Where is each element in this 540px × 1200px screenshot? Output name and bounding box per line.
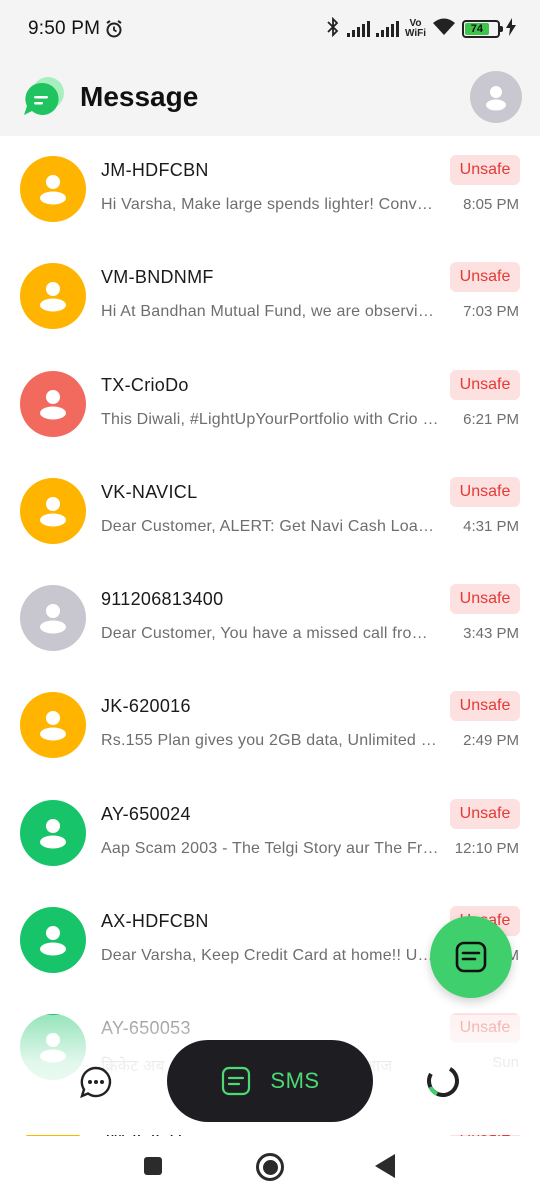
user-icon	[40, 175, 66, 205]
unsafe-badge: Unsafe	[450, 262, 520, 293]
conversation-row[interactable]: VK-NAVICL Unsafe Dear Customer, ALERT: Get…	[0, 458, 540, 565]
user-icon	[40, 389, 66, 420]
alarm-icon	[104, 19, 124, 39]
contact-avatar	[20, 692, 86, 759]
app-header: Message	[0, 58, 540, 136]
unsafe-badge: Unsafe	[450, 584, 520, 615]
contact-avatar	[20, 477, 86, 544]
compose-note-icon	[455, 941, 487, 973]
contact-avatar	[20, 799, 86, 866]
status-time: 9:50 PM	[28, 18, 101, 39]
sender-name: JM-HDFCBN	[101, 160, 209, 180]
message-preview: Dear Customer, ALERT: Get Navi Cash Loan…	[101, 517, 441, 535]
conversation-row[interactable]: 911206813400 Unsafe Dear Customer, You hav…	[0, 565, 540, 672]
nav-chat-button[interactable]	[79, 1065, 113, 1099]
message-preview: Hi At Bandhan Mutual Fund, we are observ…	[101, 303, 441, 321]
signal-icon	[375, 21, 399, 37]
user-icon	[40, 818, 66, 849]
recents-square-icon[interactable]	[144, 1157, 162, 1175]
message-time: 8:05 PM	[463, 196, 519, 213]
conversation-row[interactable]: AY-650024 Unsafe Aap Scam 2003 - The Telgi…	[0, 780, 540, 887]
user-icon	[40, 282, 66, 312]
loading-spinner-icon	[427, 1064, 459, 1097]
page-title: Message	[80, 81, 199, 112]
contact-avatar	[20, 585, 86, 652]
sender-name: 911206813400	[101, 589, 224, 610]
message-preview: Dear Customer, You have a missed call fr…	[101, 625, 441, 643]
vowifi-indicator: Vo WiFi	[405, 19, 426, 39]
unsafe-badge: Unsafe	[450, 369, 520, 400]
chat-bubble-logo-icon	[22, 75, 66, 119]
chat-bubble-icon	[80, 1066, 112, 1099]
sender-name: VM-BNDNMF	[101, 267, 214, 288]
message-time: 2:49 PM	[463, 732, 519, 750]
sender-name: VK-NAVICL	[101, 481, 198, 502]
user-icon	[40, 926, 66, 956]
battery-icon: 74	[462, 20, 503, 38]
sender-name: AY-650024	[101, 803, 191, 824]
battery-level: 74	[465, 23, 489, 35]
bottom-nav: SMS	[0, 1035, 540, 1125]
message-preview: Aap Scam 2003 - The Telgi Story aur The …	[101, 839, 441, 857]
message-preview: Rs.155 Plan gives you 2GB data, Unlimite…	[101, 732, 441, 750]
compose-button[interactable]	[430, 916, 512, 998]
nav-status-button[interactable]	[425, 1063, 461, 1099]
message-preview: Dear Varsha, Keep Credit Card at home!! …	[101, 947, 441, 965]
conversation-row[interactable]: TX-CrioDo Unsafe This Diwali, #LightUpYour…	[0, 351, 540, 458]
contact-avatar	[20, 907, 86, 974]
bluetooth-icon	[325, 16, 341, 42]
contact-avatar	[20, 370, 86, 437]
conversation-row[interactable]: VM-BNDNMF Unsafe Hi At Bandhan Mutual Fund…	[0, 243, 540, 350]
conversation-row[interactable]: JK-620016 Unsafe Rs.155 Plan gives you 2GB…	[0, 672, 540, 779]
contact-avatar	[20, 263, 86, 330]
status-icons: Vo WiFi 74	[325, 16, 516, 42]
profile-button[interactable]	[470, 71, 522, 123]
user-icon	[40, 711, 66, 741]
sender-name: AX-HDFCBN	[101, 911, 209, 932]
user-icon	[40, 496, 66, 527]
vowifi-bottom: WiFi	[404, 28, 426, 39]
message-preview: Hi Varsha, Make large spends lighter! Co…	[101, 196, 441, 213]
message-time: 3:43 PM	[463, 625, 519, 643]
home-circle-icon[interactable]	[256, 1153, 284, 1181]
contact-avatar	[20, 156, 86, 222]
charging-icon	[506, 17, 516, 41]
sms-tab-label: SMS	[270, 1068, 320, 1093]
user-icon	[486, 86, 506, 111]
unsafe-badge: Unsafe	[450, 798, 520, 829]
note-icon	[222, 1066, 251, 1096]
user-icon	[40, 604, 66, 634]
sms-tab-button[interactable]: SMS	[167, 1040, 373, 1122]
wifi-icon	[432, 18, 456, 41]
sender-name: JK-620016	[101, 696, 191, 717]
back-triangle-icon[interactable]	[375, 1154, 395, 1178]
unsafe-badge: Unsafe	[450, 691, 520, 722]
conversation-row[interactable]: JM-HDFCBN Unsafe Hi Varsha, Make large spe…	[0, 136, 540, 243]
sender-name: TX-CrioDo	[101, 374, 189, 395]
status-bar: 9:50 PM Vo WiFi 74	[0, 0, 540, 58]
message-time: 12:10 PM	[454, 839, 519, 857]
message-time: 6:21 PM	[463, 410, 519, 428]
message-preview: This Diwali, #LightUpYourPortfolio with …	[101, 410, 441, 428]
unsafe-badge: Unsafe	[450, 476, 520, 507]
message-time: 4:31 PM	[463, 517, 519, 535]
signal-icon	[346, 21, 370, 37]
message-time: 7:03 PM	[463, 303, 519, 321]
unsafe-badge: Unsafe	[450, 155, 520, 185]
system-nav-bar	[0, 1138, 540, 1200]
